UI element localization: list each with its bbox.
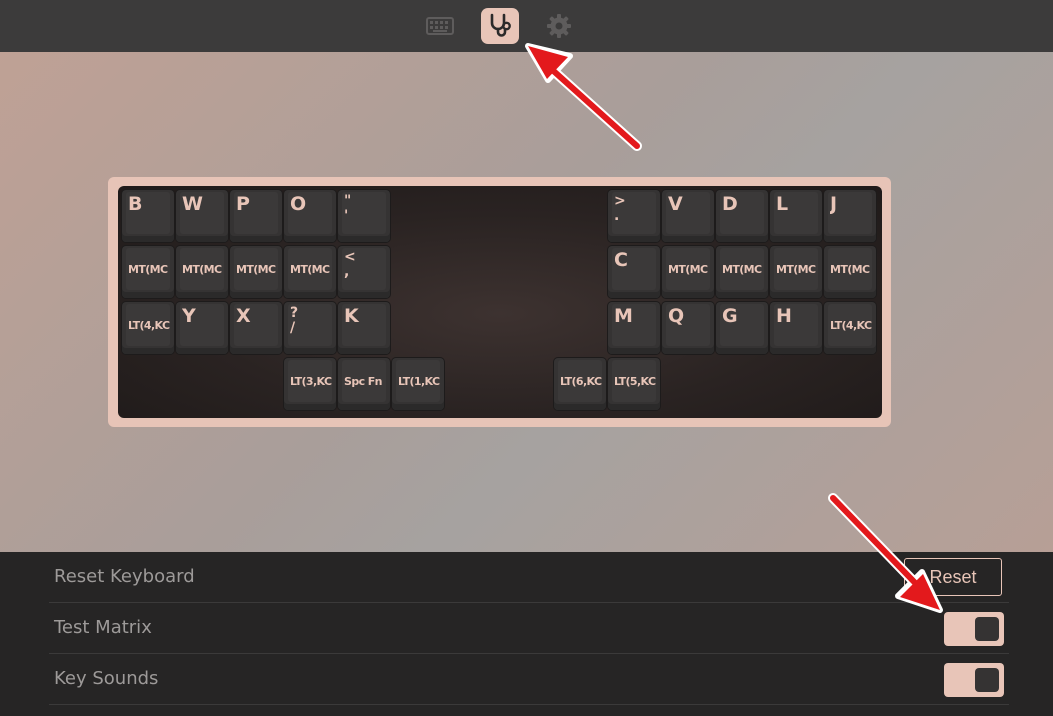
top-nav-bar — [0, 0, 1053, 52]
key-quote[interactable]: " ' — [338, 190, 390, 242]
gear-icon — [547, 14, 571, 38]
key-mt-2[interactable]: MT(MC — [176, 246, 228, 298]
settings-tab[interactable] — [540, 8, 578, 44]
reset-keyboard-row: Reset Keyboard Reset — [49, 552, 1009, 603]
test-matrix-row: Test Matrix — [49, 603, 1009, 654]
key-mt-1[interactable]: MT(MC — [122, 246, 174, 298]
key-m[interactable]: M — [608, 302, 660, 354]
key-lt4-right[interactable]: LT(4,KC — [824, 302, 876, 354]
key-lt4-left[interactable]: LT(4,KC — [122, 302, 174, 354]
key-w[interactable]: W — [176, 190, 228, 242]
configure-tab[interactable] — [421, 8, 459, 44]
key-d[interactable]: D — [716, 190, 768, 242]
debug-settings-panel: Reset Keyboard Reset Test Matrix Key Sou… — [0, 552, 1053, 716]
key-v[interactable]: V — [662, 190, 714, 242]
key-period[interactable]: > . — [608, 190, 660, 242]
key-mt-4[interactable]: MT(MC — [284, 246, 336, 298]
key-p[interactable]: P — [230, 190, 282, 242]
key-mt-8[interactable]: MT(MC — [824, 246, 876, 298]
key-mt-6[interactable]: MT(MC — [716, 246, 768, 298]
key-y[interactable]: Y — [176, 302, 228, 354]
stethoscope-icon — [490, 13, 511, 37]
toggle-knob — [975, 668, 999, 692]
key-mt-5[interactable]: MT(MC — [662, 246, 714, 298]
key-l[interactable]: L — [770, 190, 822, 242]
key-g[interactable]: G — [716, 302, 768, 354]
key-mt-3[interactable]: MT(MC — [230, 246, 282, 298]
key-q[interactable]: Q — [662, 302, 714, 354]
key-o[interactable]: O — [284, 190, 336, 242]
key-sounds-label: Key Sounds — [54, 668, 159, 689]
debug-tab[interactable] — [481, 8, 519, 44]
reset-button[interactable]: Reset — [904, 558, 1002, 596]
key-k[interactable]: K — [338, 302, 390, 354]
reset-keyboard-label: Reset Keyboard — [54, 566, 195, 587]
key-spc-fn[interactable]: Spc Fn — [338, 358, 390, 410]
test-matrix-label: Test Matrix — [54, 617, 152, 638]
key-sounds-toggle[interactable] — [944, 663, 1004, 697]
key-sounds-row: Key Sounds — [49, 654, 1009, 705]
key-j[interactable]: J — [824, 190, 876, 242]
key-h[interactable]: H — [770, 302, 822, 354]
toggle-knob — [975, 617, 999, 641]
key-mt-7[interactable]: MT(MC — [770, 246, 822, 298]
key-lt1[interactable]: LT(1,KC — [392, 358, 444, 410]
keyboard-frame: B W P O " ' > . V D L J MT(MC MT(MC MT(M… — [108, 177, 891, 427]
test-matrix-toggle[interactable] — [944, 612, 1004, 646]
keyboard-plate: B W P O " ' > . V D L J MT(MC MT(MC MT(M… — [118, 186, 882, 418]
key-c[interactable]: C — [608, 246, 660, 298]
key-lt6[interactable]: LT(6,KC — [554, 358, 606, 410]
key-lt3[interactable]: LT(3,KC — [284, 358, 336, 410]
keyboard-icon — [426, 17, 454, 35]
key-b[interactable]: B — [122, 190, 174, 242]
key-lt5[interactable]: LT(5,KC — [608, 358, 660, 410]
key-comma[interactable]: < , — [338, 246, 390, 298]
key-x[interactable]: X — [230, 302, 282, 354]
key-slash[interactable]: ? / — [284, 302, 336, 354]
